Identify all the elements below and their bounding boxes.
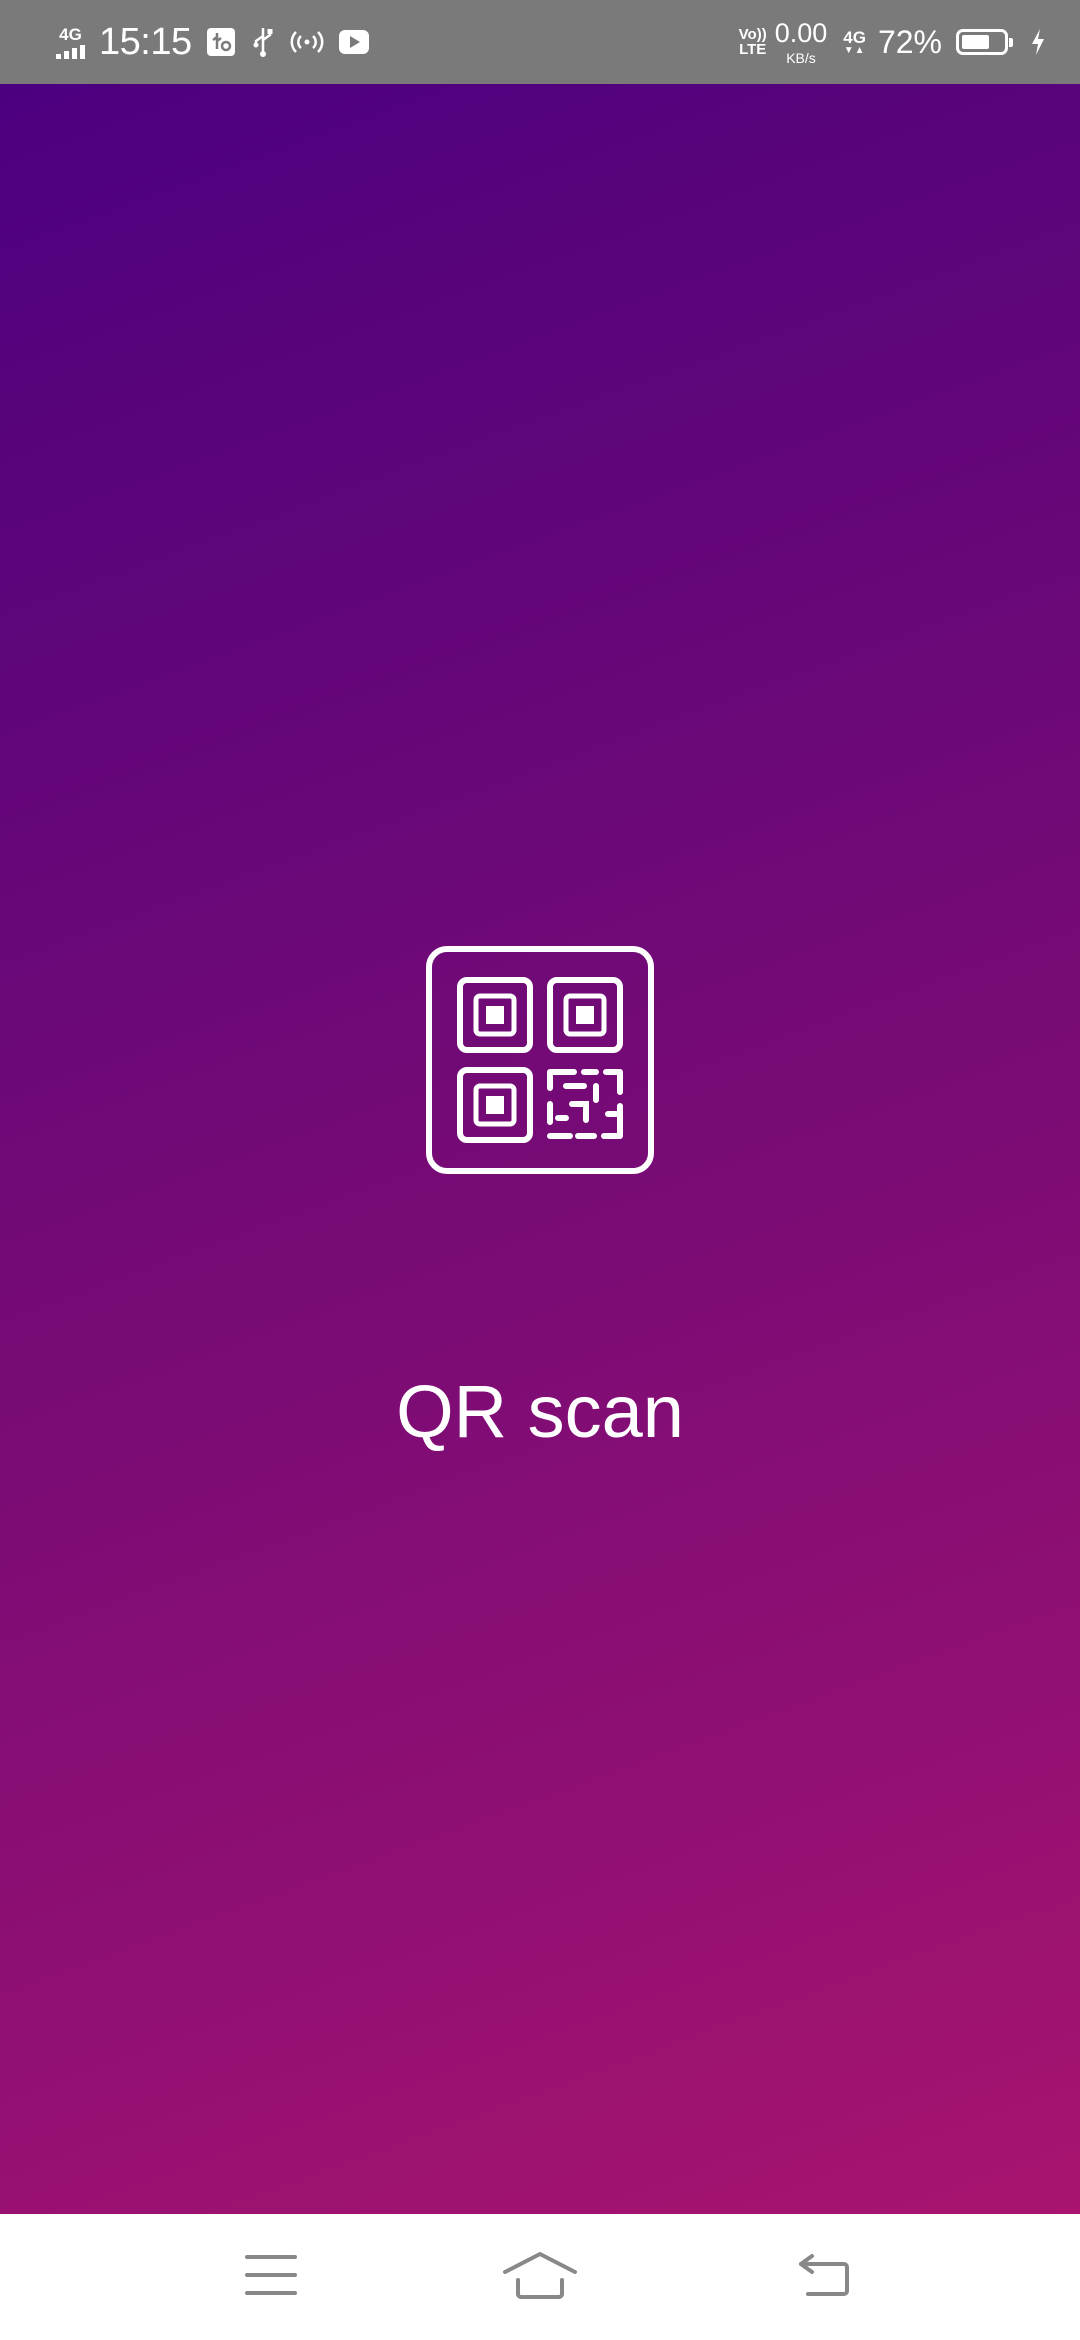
battery-icon (956, 29, 1013, 55)
back-button[interactable] (744, 2214, 904, 2340)
charging-icon (1030, 28, 1046, 56)
status-bar: 4G 15:15 Vo)) LTE 0.00 KB/s 4G ▼▲ 72% (0, 0, 1080, 84)
youtube-icon (338, 28, 370, 56)
network-type-label: 4G (59, 24, 82, 44)
volte-top: Vo)) (738, 26, 767, 43)
home-icon (502, 2250, 578, 2305)
speed-unit: KB/s (786, 49, 816, 66)
network-speed: 0.00 KB/s (774, 17, 828, 66)
qr-code-icon (426, 946, 654, 1174)
back-icon (796, 2253, 852, 2302)
clock: 15:15 (99, 20, 192, 63)
screen: 4G 15:15 Vo)) LTE 0.00 KB/s 4G ▼▲ 72% QR… (0, 0, 1080, 2340)
data-arrows-icon: ▼▲ (843, 44, 866, 56)
signal-indicator: 4G (56, 26, 85, 59)
splash-screen: QR scan (0, 84, 1080, 2214)
status-bar-right: Vo)) LTE 0.00 KB/s 4G ▼▲ 72% (739, 0, 1046, 84)
data-network-label: 4G (843, 27, 866, 47)
menu-button[interactable] (191, 2214, 351, 2340)
volte-bottom: LTE (739, 41, 767, 58)
battery-percent: 72% (877, 23, 942, 60)
usb-icon (250, 26, 276, 58)
status-bar-left: 4G 15:15 (56, 0, 384, 84)
hotspot-icon (290, 28, 324, 56)
home-button[interactable] (460, 2214, 620, 2340)
volte-indicator: Vo)) LTE (739, 27, 767, 57)
data-network-indicator: 4G ▼▲ (843, 29, 866, 56)
battery-fill (962, 35, 990, 49)
signal-bars-icon (56, 44, 85, 59)
navigation-bar (0, 2214, 1080, 2340)
speed-value: 0.00 (774, 17, 828, 48)
usb-debug-icon (206, 27, 236, 57)
app-title: QR scan (396, 1370, 684, 1453)
menu-icon (245, 2253, 297, 2302)
